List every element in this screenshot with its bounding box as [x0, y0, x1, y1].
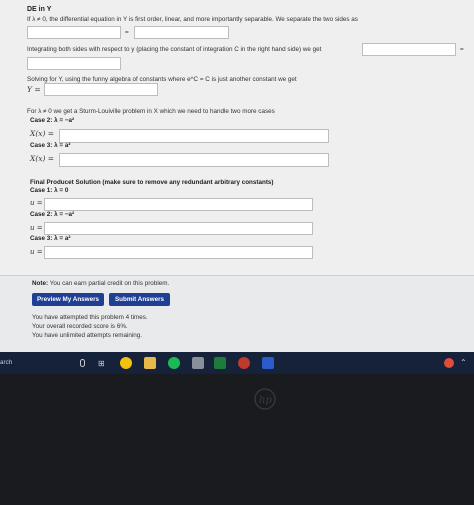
- microphone-icon[interactable]: [80, 359, 85, 367]
- problem-heading: DE in Y: [27, 6, 52, 13]
- tray-arrow-icon[interactable]: ⌃: [460, 358, 467, 367]
- y-input[interactable]: [44, 83, 158, 96]
- u-label: u =: [30, 248, 43, 256]
- task-view-icon[interactable]: ⊞: [98, 359, 105, 368]
- separate-right-input[interactable]: [134, 26, 229, 39]
- final-case3-label: Case 3: λ = a²: [30, 235, 71, 242]
- u-label: u =: [30, 199, 43, 207]
- final-case2-label: Case 2: λ = −a²: [30, 211, 75, 218]
- u-label: u =: [30, 224, 43, 232]
- chrome-icon[interactable]: [120, 357, 132, 369]
- problem-panel: DE in Y If λ ≠ 0, the differential equat…: [0, 0, 474, 276]
- app-icon[interactable]: [238, 357, 250, 369]
- case3-label: Case 3: λ = a²: [30, 142, 71, 149]
- notification-icon[interactable]: [444, 358, 454, 368]
- word-icon[interactable]: [262, 357, 274, 369]
- equals-sign: =: [125, 29, 129, 36]
- note-line: Note: You can earn partial credit on thi…: [32, 280, 169, 287]
- case3-x-input[interactable]: [59, 153, 329, 167]
- browser-page: DE in Y If λ ≠ 0, the differential equat…: [0, 0, 474, 352]
- sturm-instruction: For λ ≠ 0 we get a Sturm-Louiville probl…: [27, 108, 275, 115]
- final-case3-input[interactable]: [44, 246, 313, 259]
- final-case2-input[interactable]: [44, 222, 313, 235]
- x-label: X(x) =: [30, 154, 55, 163]
- integrate-right-input[interactable]: [27, 57, 121, 70]
- final-case1-label: Case 1: λ = 0: [30, 187, 69, 194]
- final-case1-input[interactable]: [44, 198, 313, 211]
- note-label: Note:: [32, 280, 49, 287]
- case2-label: Case 2: λ = −a²: [30, 117, 75, 124]
- laptop-bezel: [0, 374, 474, 505]
- final-solution-heading: Final Producet Solution (make sure to re…: [30, 179, 274, 186]
- excel-icon[interactable]: [214, 357, 226, 369]
- store-icon[interactable]: [192, 357, 204, 369]
- spotify-icon[interactable]: [168, 357, 180, 369]
- search-box-fragment[interactable]: arch: [0, 359, 12, 366]
- x-label: X(x) =: [30, 129, 55, 138]
- taskbar: arch ⊞ ⌃: [0, 352, 474, 374]
- file-explorer-icon[interactable]: [144, 357, 156, 369]
- score-text: Your overall recorded score is 6%.: [32, 323, 128, 330]
- case2-x-input[interactable]: [59, 129, 329, 143]
- solve-instruction: Solving for Y, using the funny algebra o…: [27, 76, 297, 83]
- submit-answers-button[interactable]: Submit Answers: [109, 293, 170, 306]
- note-text: You can earn partial credit on this prob…: [49, 280, 170, 287]
- separate-left-input[interactable]: [27, 26, 121, 39]
- separate-instruction: If λ ≠ 0, the differential equation in Y…: [27, 16, 358, 23]
- attempts-text: You have attempted this problem 4 times.: [32, 314, 148, 321]
- integrate-left-input[interactable]: [362, 43, 456, 56]
- integrate-instruction: Integrating both sides with respect to y…: [27, 46, 322, 53]
- hp-logo-icon: hp: [254, 388, 276, 415]
- preview-answers-button[interactable]: Preview My Answers: [32, 293, 104, 306]
- equals-sign: =: [460, 46, 464, 53]
- remaining-text: You have unlimited attempts remaining.: [32, 332, 143, 339]
- y-label: Y =: [27, 85, 41, 94]
- svg-text:hp: hp: [259, 395, 272, 406]
